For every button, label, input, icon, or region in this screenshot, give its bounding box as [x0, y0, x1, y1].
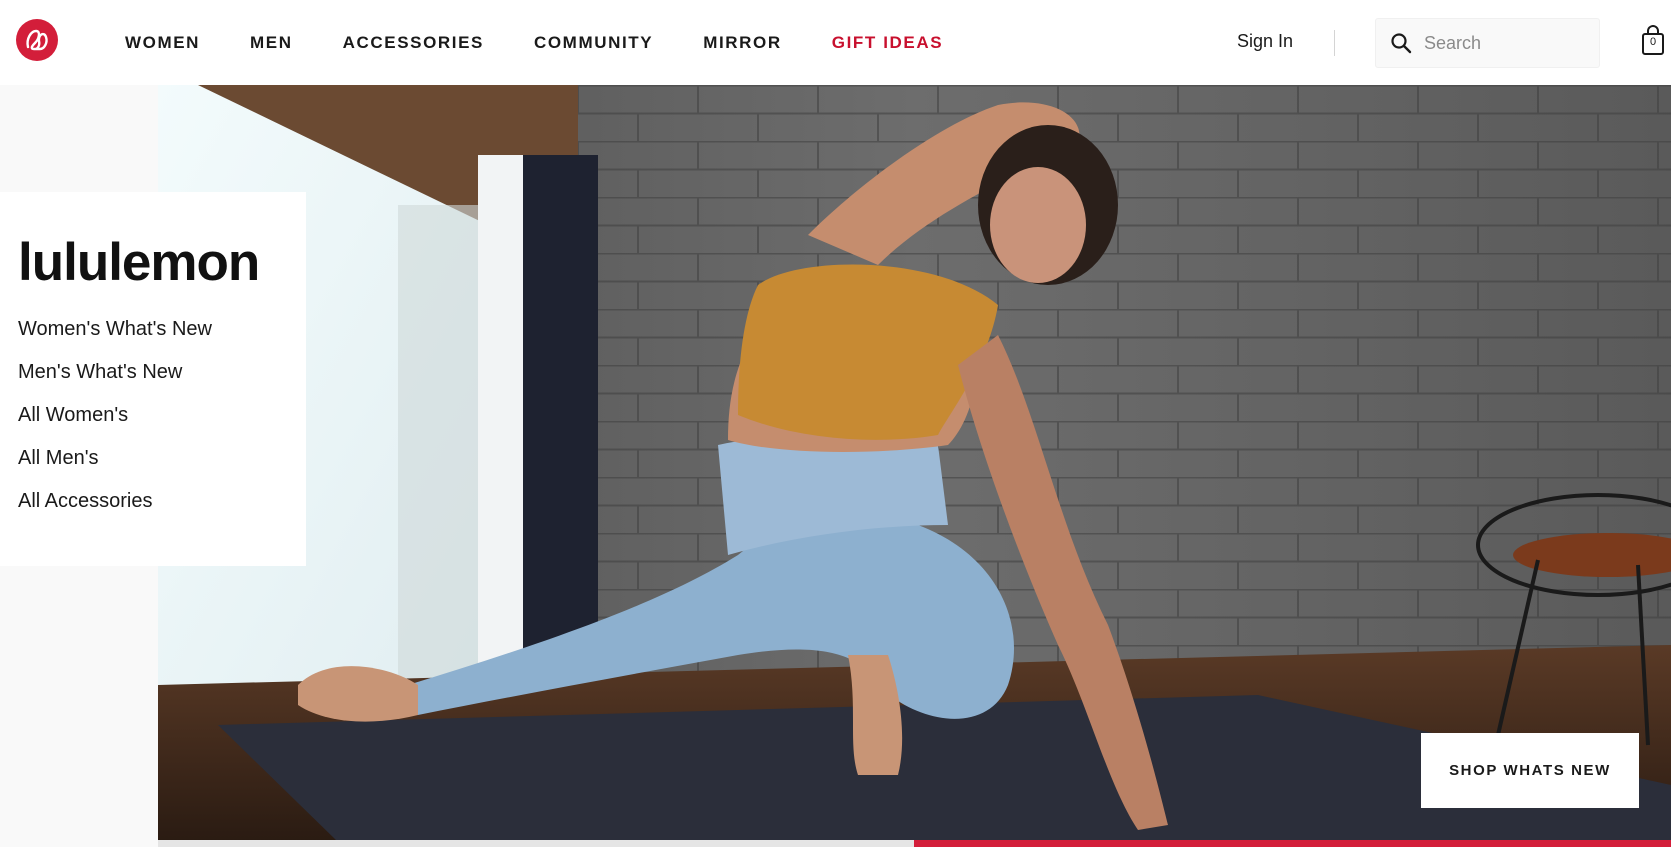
header-divider [1334, 30, 1335, 56]
shop-whats-new-button[interactable]: SHOP WHATS NEW [1421, 733, 1639, 808]
link-all-accessories[interactable]: All Accessories [18, 489, 212, 532]
link-mens-whats-new[interactable]: Men's What's New [18, 360, 212, 403]
bag-count: 0 [1649, 36, 1657, 48]
nav-mirror[interactable]: MIRROR [703, 33, 782, 53]
search-box [1375, 18, 1600, 68]
nav-accessories[interactable]: ACCESSORIES [343, 33, 484, 53]
nav-women[interactable]: WOMEN [125, 33, 200, 53]
sign-in-link[interactable]: Sign In [1237, 31, 1293, 52]
hero-links: Women's What's New Men's What's New All … [18, 317, 212, 532]
shopping-bag-icon[interactable]: 0 [1640, 24, 1666, 56]
hero-menu-panel: lululemon Women's What's New Men's What'… [0, 192, 306, 566]
main-nav: WOMEN MEN ACCESSORIES COMMUNITY MIRROR G… [125, 0, 993, 85]
nav-community[interactable]: COMMUNITY [534, 33, 653, 53]
nav-men[interactable]: MEN [250, 33, 293, 53]
search-icon[interactable] [1390, 32, 1412, 54]
hero-image[interactable] [158, 85, 1671, 842]
nav-gift-ideas[interactable]: GIFT IDEAS [832, 33, 943, 53]
site-header: WOMEN MEN ACCESSORIES COMMUNITY MIRROR G… [0, 0, 1671, 85]
lululemon-logo-icon[interactable] [16, 19, 58, 61]
link-all-womens[interactable]: All Women's [18, 403, 212, 446]
link-womens-whats-new[interactable]: Women's What's New [18, 317, 212, 360]
link-all-mens[interactable]: All Men's [18, 446, 212, 489]
carousel-progress-fill [914, 840, 1671, 847]
brand-heading: lululemon [18, 233, 260, 292]
search-input[interactable] [1424, 19, 1594, 67]
